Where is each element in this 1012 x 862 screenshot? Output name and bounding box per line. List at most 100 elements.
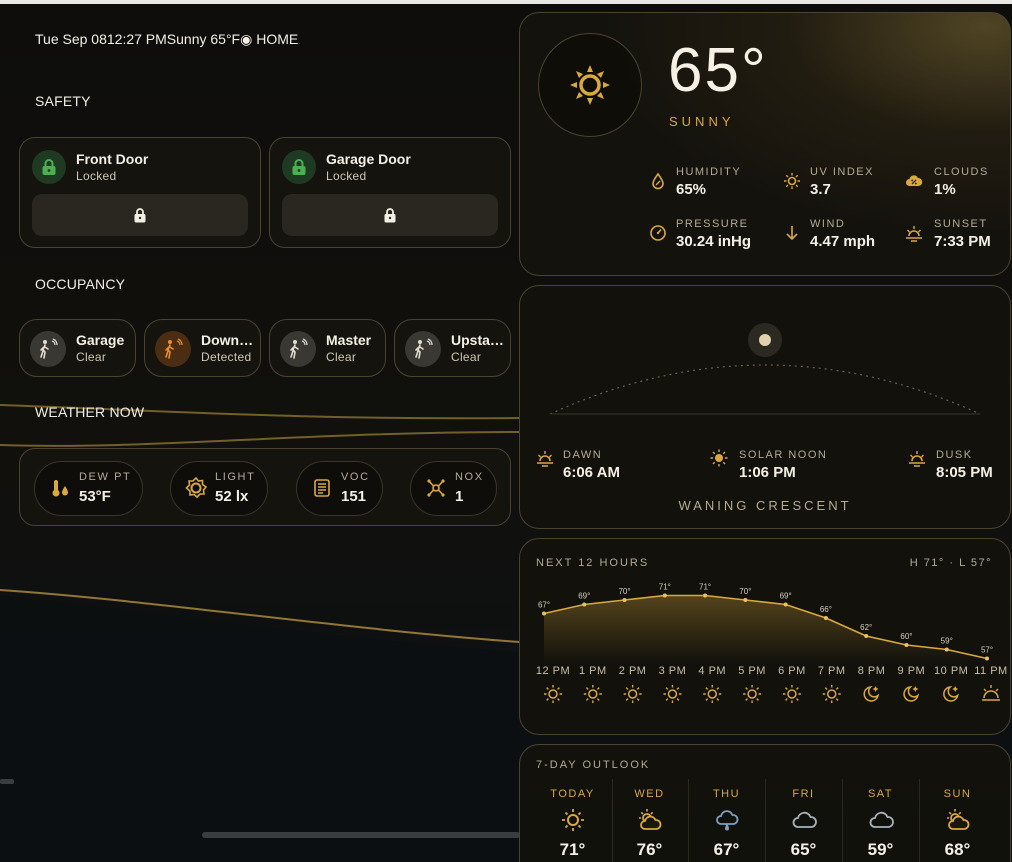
temperature-label: 59° bbox=[941, 637, 953, 646]
hour-label: 4 PM bbox=[698, 665, 726, 677]
day-name: WED bbox=[634, 788, 665, 800]
temperature-point bbox=[582, 602, 587, 607]
sunrise-icon bbox=[537, 451, 553, 467]
stat-label: CLOUDS bbox=[934, 166, 989, 178]
forecast-day[interactable]: SUN 68° bbox=[919, 785, 996, 862]
hour-label: 8 PM bbox=[858, 665, 886, 677]
forecast-day[interactable]: FRI 65° bbox=[765, 785, 842, 862]
hour-label: 12 PM bbox=[536, 665, 570, 677]
stat-value: 7:33 PM bbox=[934, 233, 991, 250]
temperature-point bbox=[985, 656, 989, 661]
cloud-icon bbox=[869, 811, 894, 828]
temperature-point bbox=[904, 643, 909, 647]
current-condition: SUNNY bbox=[669, 114, 735, 129]
hour-label: 6 PM bbox=[778, 665, 806, 677]
hour-label: 10 PM bbox=[934, 665, 968, 677]
stat-value: 30.24 inHg bbox=[676, 233, 752, 250]
uv-sun-icon bbox=[784, 173, 800, 189]
day-name: TODAY bbox=[550, 788, 595, 800]
stat-value: 3.7 bbox=[810, 181, 831, 198]
forecast-day[interactable]: TODAY 71° bbox=[534, 785, 611, 862]
stat-value: 4.47 mph bbox=[810, 233, 876, 250]
day-name: SUN bbox=[943, 788, 972, 800]
forecast-day[interactable]: WED 76° bbox=[611, 785, 688, 862]
temperature-label: 67° bbox=[538, 601, 550, 610]
temperature-label: 69° bbox=[578, 592, 590, 601]
temperature-point bbox=[783, 602, 788, 607]
sun-icon bbox=[743, 685, 762, 703]
moon-star-icon bbox=[863, 686, 880, 702]
stat-label: PRESSURE bbox=[676, 218, 749, 230]
temperature-point bbox=[743, 598, 748, 602]
rain-cloud-icon bbox=[715, 810, 738, 831]
temperature-point bbox=[944, 647, 949, 652]
sunrise-cloud-icon bbox=[982, 685, 1000, 701]
sun-icon bbox=[782, 685, 801, 703]
gauge-icon bbox=[650, 225, 666, 241]
sun-icon bbox=[623, 685, 642, 703]
temperature-label: 69° bbox=[780, 592, 792, 601]
sun-icon bbox=[703, 685, 722, 703]
partly-sunny-icon bbox=[946, 809, 969, 830]
forecast-day[interactable]: THU 67° bbox=[688, 785, 765, 862]
dusk-label: DUSK bbox=[936, 449, 973, 461]
hour-label: 9 PM bbox=[898, 665, 926, 677]
hourly-temperature-chart: 67° 12 PM 69° 1 PM 70° 2 PM 71° 3 PM 71° 4 PM 70° 5… bbox=[536, 583, 1007, 703]
day-high: 67° bbox=[713, 840, 740, 859]
partly-sunny-icon bbox=[638, 809, 661, 830]
solar-noon-time: 1:06 PM bbox=[739, 464, 796, 481]
stat-label: HUMIDITY bbox=[676, 166, 742, 178]
outlook-title: 7-DAY OUTLOOK bbox=[536, 759, 651, 771]
temperature-label: 71° bbox=[699, 583, 711, 592]
day-high: 76° bbox=[636, 840, 663, 859]
sunset-icon bbox=[909, 451, 925, 467]
solar-noon-label: SOLAR NOON bbox=[739, 449, 828, 461]
day-high: 65° bbox=[790, 840, 817, 859]
forecast-day[interactable]: SAT 59° bbox=[842, 785, 919, 862]
stat-label: UV INDEX bbox=[810, 166, 874, 178]
temperature-point bbox=[864, 634, 869, 638]
cloud-percent-icon bbox=[906, 175, 923, 186]
temperature-point bbox=[703, 593, 708, 598]
humidity-drop-icon bbox=[652, 172, 664, 190]
hour-label: 7 PM bbox=[818, 665, 846, 677]
sunset-icon bbox=[906, 226, 922, 242]
day-name: FRI bbox=[792, 788, 815, 800]
temperature-point bbox=[542, 611, 546, 616]
current-weather-panel: 65° SUNNY HUMIDITY 65% UV INDEX 3.7 CLOU… bbox=[519, 12, 1011, 276]
current-temperature: 65° bbox=[668, 36, 768, 105]
sun-icon bbox=[570, 65, 610, 105]
temperature-label: 66° bbox=[820, 605, 832, 614]
moon-phase: WANING CRESCENT bbox=[678, 498, 852, 513]
temperature-label: 60° bbox=[900, 632, 912, 641]
day-high: 71° bbox=[559, 840, 586, 859]
dawn-label: DAWN bbox=[563, 449, 603, 461]
day-high: 59° bbox=[867, 840, 894, 859]
stat-value: 1% bbox=[934, 181, 956, 198]
day-name: SAT bbox=[867, 788, 894, 800]
sun-icon bbox=[663, 685, 682, 703]
temperature-label: 62° bbox=[860, 623, 872, 632]
hourly-forecast-panel: NEXT 12 HOURS H 71° · L 57° 67° 12 PM 69° 1… bbox=[519, 538, 1011, 735]
sun-icon bbox=[583, 685, 602, 703]
sun-arc-graphic bbox=[549, 323, 981, 415]
wind-arrow-icon bbox=[786, 226, 798, 241]
sun-icon bbox=[822, 685, 841, 703]
moon-star-icon bbox=[943, 686, 959, 702]
temperature-area bbox=[544, 595, 987, 663]
hour-label: 1 PM bbox=[579, 665, 607, 677]
seven-day-outlook-panel: 7-DAY OUTLOOK TODAY 71° WED 76° THU 67° … bbox=[519, 744, 1011, 862]
day-high: 68° bbox=[944, 840, 971, 859]
sun-path-panel: DAWN 6:06 AM SOLAR NOON 1:06 PM DUSK 8:0… bbox=[519, 285, 1011, 529]
stat-value: 65% bbox=[676, 181, 707, 198]
temperature-label: 71° bbox=[659, 583, 671, 592]
stat-label: WIND bbox=[810, 218, 846, 230]
sun-badge bbox=[538, 33, 642, 137]
temperature-point bbox=[622, 598, 627, 602]
sun-icon bbox=[561, 809, 584, 831]
temperature-label: 70° bbox=[739, 587, 751, 596]
moon-star-icon bbox=[903, 686, 920, 702]
hour-label: 11 PM bbox=[974, 665, 1007, 677]
hour-label: 5 PM bbox=[738, 665, 766, 677]
hour-label: 3 PM bbox=[659, 665, 687, 677]
